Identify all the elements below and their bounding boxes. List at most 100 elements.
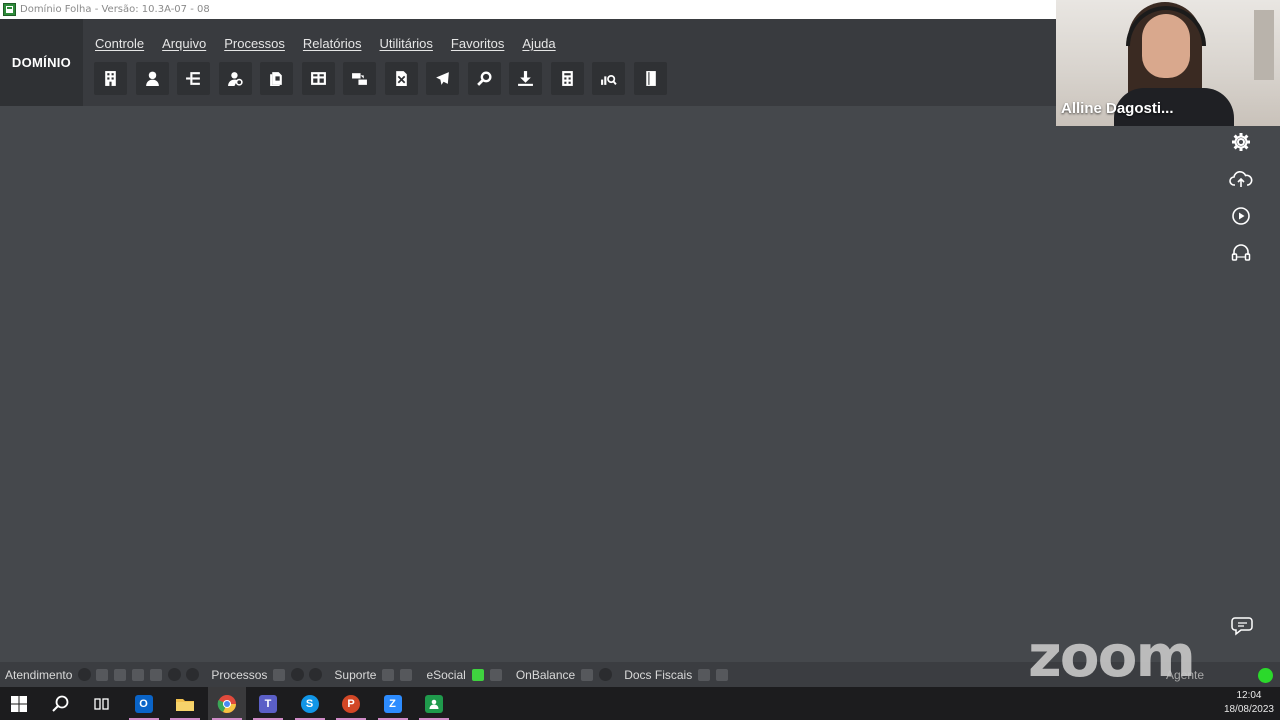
search-icon [476,71,492,86]
building-icon [105,71,116,86]
status-indicator-icon [168,668,182,681]
system-clock[interactable]: 12:04 18/08/2023 [1224,689,1274,717]
taskbar-powerpoint[interactable]: P [332,687,370,720]
toolbar-button-chart-search[interactable] [592,62,625,95]
app-header: DOMÍNIO Controle Arquivo Processos Relat… [0,19,1056,106]
status-indicator-icon [96,668,109,681]
menu-ajuda[interactable]: Ajuda [522,36,555,51]
logo-text: DOMÍNIO [11,55,72,70]
window-title: Domínio Folha - Versão: 10.3A-07 - 08 [20,4,210,15]
side-icon-panel [1227,128,1257,276]
zoom-video-tile[interactable]: Alline Dagosti... [1056,0,1280,126]
toolbar-button-documents[interactable] [260,62,293,95]
play-icon [1232,207,1250,225]
start-button[interactable] [0,687,38,720]
toolbar-button-transfer[interactable] [343,62,376,95]
status-docs-fiscais[interactable]: Docs Fiscais [624,668,692,682]
menu-relatorios[interactable]: Relatórios [303,36,362,51]
download-icon [518,71,533,86]
windows-start-icon [11,695,27,712]
main-workspace [0,106,1280,662]
status-indicator-icon [132,668,145,681]
taskbar-skype[interactable]: S [291,687,329,720]
taskbar-outlook[interactable]: O [125,687,163,720]
status-indicator-icon [309,668,323,681]
task-view-icon [94,697,109,710]
app-logo-icon [3,3,16,16]
menu-favoritos[interactable]: Favoritos [451,36,504,51]
cloud-upload-button[interactable] [1227,165,1255,193]
windows-taskbar: O T S P Z [0,687,1280,720]
participant-name: Alline Dagosti... [1061,100,1174,117]
menubar: Controle Arquivo Processos Relatórios Ut… [95,36,574,51]
chrome-icon [217,694,236,713]
menu-processos[interactable]: Processos [224,36,285,51]
taskbar-teams[interactable]: T [249,687,287,720]
toolbar-button-companies[interactable] [94,62,127,95]
chart-search-icon [601,74,617,85]
toolbar-button-calculator[interactable] [550,62,584,95]
status-esocial[interactable]: eSocial [426,668,465,682]
powerpoint-icon: P [342,694,360,713]
status-onbalance[interactable]: OnBalance [516,668,575,682]
toolbar-button-book[interactable] [633,62,667,95]
status-atendimento[interactable]: Atendimento [5,668,72,682]
status-indicator-icon [291,668,305,681]
dominio-logo: DOMÍNIO [0,19,83,106]
menu-utilitarios[interactable]: Utilitários [379,36,432,51]
outlook-icon: O [134,694,153,713]
file-explorer-icon [176,698,194,711]
taskbar-dominio[interactable] [415,687,453,720]
toolbar-button-employees[interactable] [135,62,169,95]
clock-date: 18/08/2023 [1223,704,1274,715]
toolbar [94,62,675,95]
status-processos[interactable]: Processos [211,668,267,682]
toolbar-button-file-cancel[interactable] [384,62,418,95]
tree-icon [186,72,200,85]
menu-controle[interactable]: Controle [95,36,144,51]
settings-button[interactable] [1227,128,1255,156]
dominio-icon [425,694,443,713]
calculator-icon [561,71,573,86]
taskbar-zoom[interactable]: Z [374,687,412,720]
status-indicator-icon [78,668,92,681]
transfer-icon [352,73,367,85]
status-indicator-icon [273,668,286,681]
zoom-watermark: zoom [1028,622,1196,690]
status-suporte[interactable]: Suporte [334,668,376,682]
cloud-upload-icon [1229,171,1253,187]
airplane-icon [436,72,449,85]
user-search-icon [227,72,243,86]
search-icon [51,695,68,712]
toolbar-button-download[interactable] [509,62,542,95]
spreadsheet-icon [310,72,326,85]
chat-icon [1231,617,1253,636]
window-titlebar: Domínio Folha - Versão: 10.3A-07 - 08 [0,0,1056,19]
taskbar-search-button[interactable] [42,687,80,720]
menu-arquivo[interactable]: Arquivo [162,36,206,51]
gear-icon [1232,133,1250,151]
zoom-icon: Z [383,694,402,713]
esocial-status-icon [471,668,484,681]
taskbar-file-explorer[interactable] [166,687,204,720]
toolbar-button-structure[interactable] [177,62,210,95]
chat-button[interactable] [1228,612,1256,640]
status-indicator-icon [599,668,613,681]
play-button[interactable] [1227,202,1255,230]
status-indicator-icon [698,668,711,681]
toolbar-button-search[interactable] [467,62,501,95]
toolbar-button-user-search[interactable] [218,62,252,95]
task-view-button[interactable] [83,687,121,720]
status-indicator-icon [186,668,200,681]
taskbar-chrome[interactable] [207,687,246,720]
book-icon [645,71,656,86]
toolbar-button-spreadsheet[interactable] [301,62,335,95]
status-indicator-icon [150,668,163,681]
toolbar-button-vacation[interactable] [426,62,459,95]
status-indicator-icon [114,668,127,681]
file-x-icon [395,71,407,86]
support-button[interactable] [1227,239,1255,267]
mail-icon [581,668,594,681]
teams-icon: T [259,694,277,713]
status-indicator-icon [489,668,502,681]
